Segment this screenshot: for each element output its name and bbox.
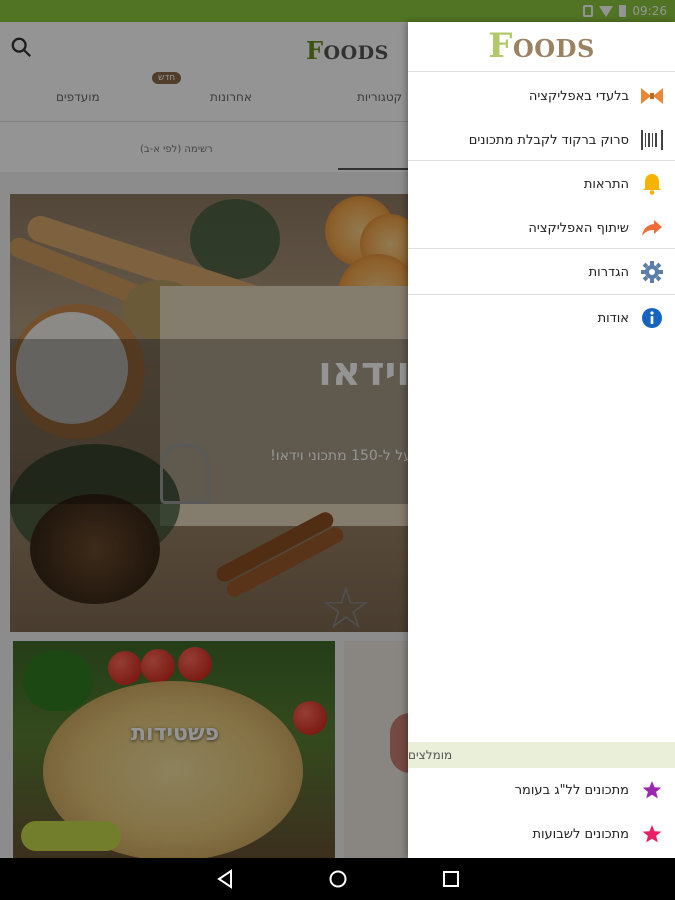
bell-icon [641,173,663,195]
gear-icon [641,261,663,283]
info-icon [641,307,663,329]
menu-item-barcode[interactable]: סרוק ברקוד לקבלת מתכונים [408,118,675,162]
divider [408,160,675,161]
navigation-drawer: FOODS בלעדי באפליקציה סרוק ברקוד לקבלת מ… [408,22,675,858]
star-icon [641,823,663,845]
bowtie-icon [641,85,663,107]
menu-item-lag-baomer[interactable]: מתכונים לל"ג בעומר [408,768,675,812]
section-recommended: מומלצים [408,742,675,768]
menu-item-notifications[interactable]: התראות [408,162,675,206]
star-icon [641,779,663,801]
menu-item-shavuot[interactable]: מתכונים לשבועות [408,812,675,856]
system-nav-bar [0,858,675,900]
back-icon[interactable] [215,869,235,889]
recents-icon[interactable] [441,869,461,889]
drawer-logo: FOODS [408,22,675,72]
home-icon[interactable] [328,869,348,889]
menu-item-about[interactable]: אודות [408,296,675,340]
divider [408,248,675,249]
barcode-icon [641,129,663,151]
share-icon [641,217,663,239]
menu-item-share[interactable]: שיתוף האפליקציה [408,206,675,250]
menu-item-exclusive[interactable]: בלעדי באפליקציה [408,74,675,118]
divider [408,294,675,295]
menu-item-settings[interactable]: הגדרות [408,250,675,294]
